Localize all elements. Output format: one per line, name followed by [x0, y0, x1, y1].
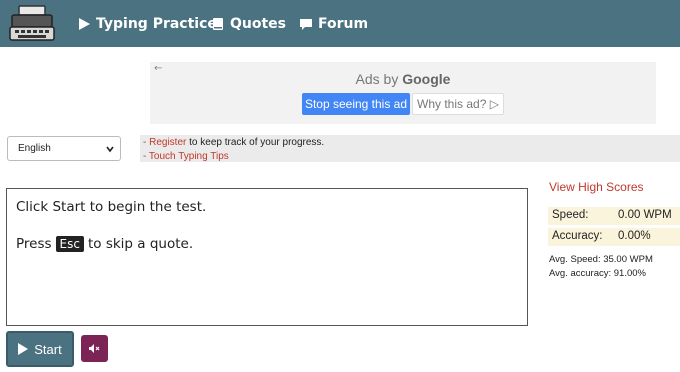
book-icon — [213, 18, 223, 30]
nav-quotes-label: Quotes — [230, 16, 287, 32]
instruction-start-c: to begin the test. — [85, 199, 207, 215]
typewriter-icon[interactable] — [9, 5, 55, 42]
accuracy-stat-row: Accuracy: 0.00% — [548, 228, 680, 246]
stop-seeing-ad-button[interactable]: Stop seeing this ad — [302, 93, 410, 115]
why-this-ad-button[interactable]: Why this ad? ▷ — [412, 93, 504, 115]
view-high-scores-link[interactable]: View High Scores — [549, 180, 644, 194]
nav-quotes[interactable]: Quotes — [211, 14, 286, 34]
avg-speed: Avg. Speed: 35.00 WPM — [549, 254, 653, 265]
register-link[interactable]: Register — [149, 137, 186, 148]
ad-choices-icon: ▷ — [489, 97, 499, 111]
register-suffix: to keep track of your progress. — [186, 137, 325, 148]
ad-container: ← Ads by Google Stop seeing this ad Why … — [150, 62, 656, 124]
nav-typing-practice[interactable]: Typing Practice — [77, 14, 217, 34]
top-nav-bar: Typing Practice Quotes Forum — [0, 0, 680, 47]
nav-forum-label: Forum — [318, 16, 369, 32]
instruction-skip-c: to skip a quote. — [87, 236, 194, 252]
speaker-mute-icon — [89, 344, 100, 353]
instruction-start-b: Start — [52, 199, 86, 215]
start-button[interactable]: Start — [6, 331, 74, 367]
play-icon — [79, 18, 90, 30]
accuracy-label: Accuracy: — [552, 230, 603, 242]
speed-value: 0.00 WPM — [618, 209, 672, 221]
avg-accuracy: Avg. accuracy: 91.00% — [549, 268, 646, 279]
esc-key-badge: Esc — [55, 236, 84, 252]
accuracy-value: 0.00% — [618, 230, 651, 242]
typing-area[interactable]: Click Start to begin the test. Press Esc… — [6, 188, 528, 326]
ads-by-google-label: Ads by Google — [150, 71, 656, 87]
ads-brand: Google — [402, 71, 451, 87]
instruction-skip-a: Press — [16, 236, 52, 252]
speech-bubble-icon — [300, 19, 312, 30]
instruction-start: Click Start to begin the test. — [16, 199, 206, 215]
why-this-ad-label: Why this ad? — [417, 97, 487, 111]
chevron-down-icon — [106, 146, 114, 153]
language-selected-value: English — [18, 143, 51, 154]
ads-by-text: Ads by — [355, 71, 399, 87]
language-select[interactable]: English — [7, 136, 121, 161]
instruction-skip: Press Esc to skip a quote. — [16, 236, 193, 252]
speed-stat-row: Speed: 0.00 WPM — [548, 207, 680, 225]
touch-typing-tips-link[interactable]: - Touch Typing Tips — [143, 151, 229, 162]
start-button-label: Start — [34, 341, 62, 357]
speed-label: Speed: — [552, 209, 589, 221]
register-line: - Register to keep track of your progres… — [143, 137, 324, 148]
instruction-start-a: Click — [16, 199, 53, 215]
mute-button[interactable] — [81, 335, 108, 362]
nav-forum[interactable]: Forum — [299, 14, 368, 34]
nav-typing-practice-label: Typing Practice — [96, 16, 217, 32]
play-icon — [18, 343, 29, 355]
